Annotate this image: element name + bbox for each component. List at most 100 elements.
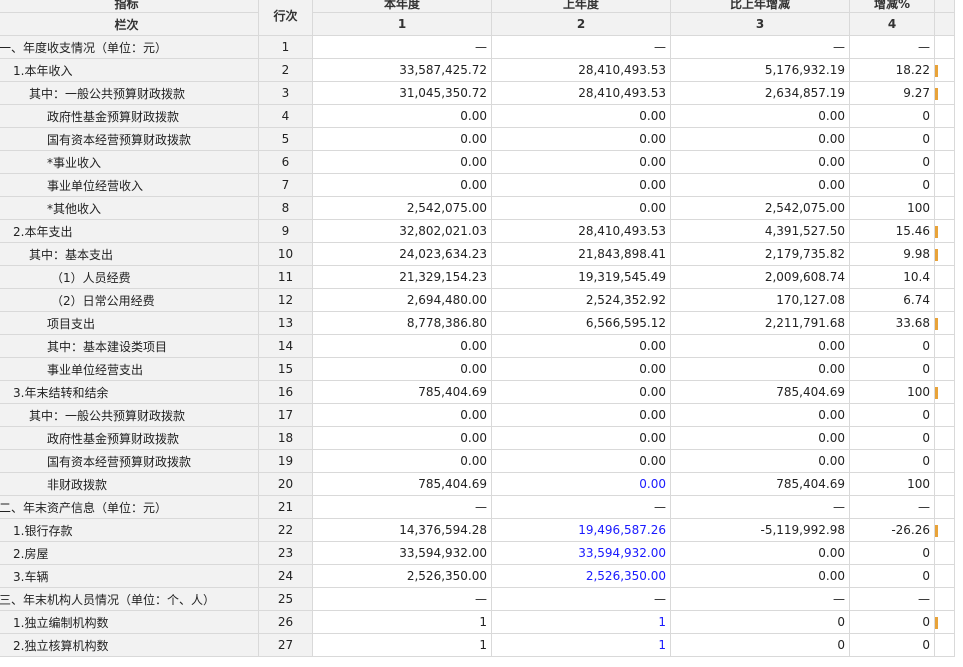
change-cell[interactable]: 0.00 (670, 357, 850, 381)
this-year-cell[interactable]: 2,542,075.00 (312, 196, 492, 220)
change-pct-cell[interactable]: 10.4 (849, 265, 935, 289)
last-year-cell[interactable]: 0.00 (491, 173, 671, 197)
change-pct-cell[interactable]: 0 (849, 564, 935, 588)
this-year-cell[interactable]: 2,526,350.00 (312, 564, 492, 588)
last-year-cell[interactable]: 0.00 (491, 357, 671, 381)
change-cell[interactable]: 0.00 (670, 104, 850, 128)
last-year-cell[interactable]: 0.00 (491, 334, 671, 358)
change-cell[interactable]: — (670, 35, 850, 59)
change-pct-cell[interactable]: 0 (849, 173, 935, 197)
last-year-cell[interactable]: — (491, 587, 671, 611)
change-cell[interactable]: 0.00 (670, 334, 850, 358)
change-cell[interactable]: 0.00 (670, 403, 850, 427)
change-pct-cell[interactable]: 100 (849, 380, 935, 404)
change-pct-cell[interactable]: 0 (849, 357, 935, 381)
last-year-cell[interactable]: 0.00 (491, 150, 671, 174)
change-pct-cell[interactable]: 0 (849, 449, 935, 473)
this-year-cell[interactable]: 8,778,386.80 (312, 311, 492, 335)
change-pct-cell[interactable]: 6.74 (849, 288, 935, 312)
change-cell[interactable]: 2,634,857.19 (670, 81, 850, 105)
last-year-cell[interactable]: 19,496,587.26 (491, 518, 671, 542)
this-year-cell[interactable]: 0.00 (312, 403, 492, 427)
change-cell[interactable]: 2,179,735.82 (670, 242, 850, 266)
last-year-cell[interactable]: 2,524,352.92 (491, 288, 671, 312)
last-year-cell[interactable]: 2,526,350.00 (491, 564, 671, 588)
this-year-cell[interactable]: 1 (312, 610, 492, 634)
this-year-cell[interactable]: 31,045,350.72 (312, 81, 492, 105)
change-pct-cell[interactable]: — (849, 35, 935, 59)
this-year-cell[interactable]: 2,694,480.00 (312, 288, 492, 312)
change-pct-cell[interactable]: — (849, 495, 935, 519)
change-pct-cell[interactable]: 0 (849, 633, 935, 657)
change-pct-cell[interactable]: 0 (849, 150, 935, 174)
this-year-cell[interactable]: 785,404.69 (312, 472, 492, 496)
change-cell[interactable]: 0.00 (670, 173, 850, 197)
last-year-cell[interactable]: 28,410,493.53 (491, 58, 671, 82)
change-cell[interactable]: — (670, 495, 850, 519)
this-year-cell[interactable]: 0.00 (312, 104, 492, 128)
this-year-cell[interactable]: 785,404.69 (312, 380, 492, 404)
last-year-cell[interactable]: 6,566,595.12 (491, 311, 671, 335)
last-year-cell[interactable]: 0.00 (491, 426, 671, 450)
change-cell[interactable]: 0.00 (670, 541, 850, 565)
change-cell[interactable]: 0.00 (670, 426, 850, 450)
last-year-cell[interactable]: — (491, 35, 671, 59)
change-cell[interactable]: 5,176,932.19 (670, 58, 850, 82)
change-cell[interactable]: 0.00 (670, 564, 850, 588)
change-cell[interactable]: — (670, 587, 850, 611)
last-year-cell[interactable]: — (491, 495, 671, 519)
this-year-cell[interactable]: — (312, 35, 492, 59)
last-year-cell[interactable]: 33,594,932.00 (491, 541, 671, 565)
last-year-cell[interactable]: 28,410,493.53 (491, 219, 671, 243)
last-year-cell[interactable]: 28,410,493.53 (491, 81, 671, 105)
this-year-cell[interactable]: 0.00 (312, 150, 492, 174)
this-year-cell[interactable]: — (312, 495, 492, 519)
last-year-cell[interactable]: 0.00 (491, 449, 671, 473)
change-cell[interactable]: 785,404.69 (670, 472, 850, 496)
change-pct-cell[interactable]: 0 (849, 426, 935, 450)
change-cell[interactable]: 2,542,075.00 (670, 196, 850, 220)
change-pct-cell[interactable]: 0 (849, 541, 935, 565)
this-year-cell[interactable]: 14,376,594.28 (312, 518, 492, 542)
change-cell[interactable]: 785,404.69 (670, 380, 850, 404)
this-year-cell[interactable]: 32,802,021.03 (312, 219, 492, 243)
change-cell[interactable]: 170,127.08 (670, 288, 850, 312)
change-cell[interactable]: 0.00 (670, 127, 850, 151)
change-cell[interactable]: 2,009,608.74 (670, 265, 850, 289)
this-year-cell[interactable]: 1 (312, 633, 492, 657)
change-pct-cell[interactable]: 100 (849, 196, 935, 220)
change-pct-cell[interactable]: 0 (849, 104, 935, 128)
change-pct-cell[interactable]: 0 (849, 403, 935, 427)
this-year-cell[interactable]: 0.00 (312, 357, 492, 381)
last-year-cell[interactable]: 1 (491, 633, 671, 657)
this-year-cell[interactable]: 33,587,425.72 (312, 58, 492, 82)
this-year-cell[interactable]: 0.00 (312, 173, 492, 197)
change-pct-cell[interactable]: 0 (849, 334, 935, 358)
this-year-cell[interactable]: 0.00 (312, 334, 492, 358)
last-year-cell[interactable]: 0.00 (491, 196, 671, 220)
this-year-cell[interactable]: 21,329,154.23 (312, 265, 492, 289)
change-cell[interactable]: 0 (670, 610, 850, 634)
change-cell[interactable]: 0.00 (670, 449, 850, 473)
change-pct-cell[interactable]: 9.98 (849, 242, 935, 266)
change-pct-cell[interactable]: -26.26 (849, 518, 935, 542)
last-year-cell[interactable]: 0.00 (491, 472, 671, 496)
last-year-cell[interactable]: 21,843,898.41 (491, 242, 671, 266)
change-pct-cell[interactable]: 18.22 (849, 58, 935, 82)
change-cell[interactable]: 0 (670, 633, 850, 657)
change-cell[interactable]: 4,391,527.50 (670, 219, 850, 243)
change-pct-cell[interactable]: 0 (849, 127, 935, 151)
this-year-cell[interactable]: 33,594,932.00 (312, 541, 492, 565)
this-year-cell[interactable]: 0.00 (312, 449, 492, 473)
this-year-cell[interactable]: 24,023,634.23 (312, 242, 492, 266)
last-year-cell[interactable]: 0.00 (491, 127, 671, 151)
change-pct-cell[interactable]: — (849, 587, 935, 611)
change-pct-cell[interactable]: 15.46 (849, 219, 935, 243)
change-cell[interactable]: 2,211,791.68 (670, 311, 850, 335)
last-year-cell[interactable]: 0.00 (491, 403, 671, 427)
change-pct-cell[interactable]: 9.27 (849, 81, 935, 105)
last-year-cell[interactable]: 0.00 (491, 380, 671, 404)
last-year-cell[interactable]: 1 (491, 610, 671, 634)
this-year-cell[interactable]: 0.00 (312, 127, 492, 151)
change-cell[interactable]: -5,119,992.98 (670, 518, 850, 542)
